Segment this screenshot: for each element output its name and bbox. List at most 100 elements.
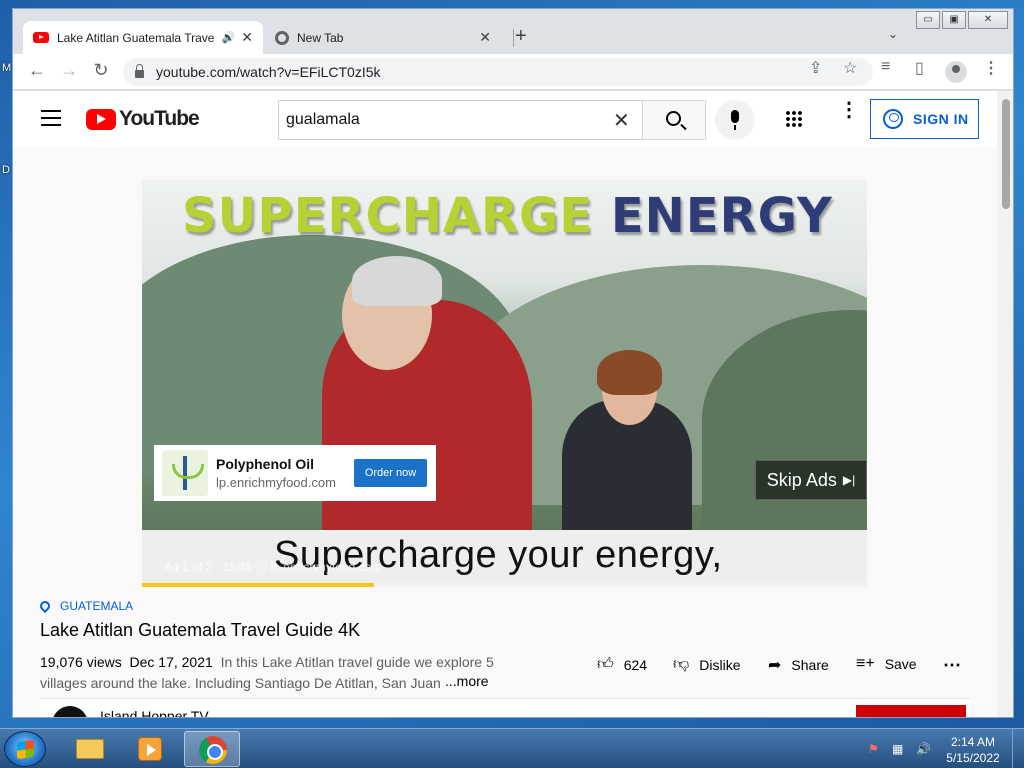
desktop-icon-label[interactable]: M bbox=[2, 62, 11, 74]
ad-progress-fill bbox=[142, 583, 374, 587]
ad-sponsor-name: Polyphenol Oil bbox=[216, 456, 315, 472]
show-desktop-button[interactable] bbox=[1012, 729, 1024, 768]
dislike-button[interactable]: 👎︎ Dislike bbox=[673, 655, 740, 674]
skip-ads-label: Skip Ads bbox=[766, 469, 837, 490]
save-button[interactable]: ≡+ Save bbox=[856, 655, 917, 673]
reload-icon[interactable]: ↻ bbox=[89, 60, 113, 81]
scrollbar-thumb[interactable] bbox=[1002, 99, 1010, 209]
dislike-label: Dislike bbox=[699, 656, 741, 673]
lock-icon[interactable] bbox=[135, 63, 144, 78]
ad-sponsor-url: lp.enrichmyfood.com bbox=[216, 475, 336, 490]
taskbar-media-player[interactable] bbox=[120, 731, 176, 767]
browser-window: Lake Atitlan Guatemala Trave 🔊 ✕ New Tab… bbox=[12, 8, 1014, 718]
media-control-icon[interactable]: ≡ bbox=[881, 58, 890, 76]
settings-more-icon[interactable]: ⋮ bbox=[839, 100, 859, 120]
bookmark-star-icon[interactable]: ☆ bbox=[843, 58, 857, 78]
search-button[interactable] bbox=[642, 100, 706, 140]
channel-name[interactable]: Island Hopper TV bbox=[100, 708, 209, 717]
youtube-play-icon bbox=[86, 108, 116, 130]
microphone-icon bbox=[731, 110, 739, 130]
polyphenol-logo-icon bbox=[162, 450, 208, 496]
close-window-button[interactable]: ✕ bbox=[968, 11, 1008, 29]
order-now-button[interactable]: Order now bbox=[354, 459, 427, 487]
address-bar[interactable]: youtube.com/watch?v=EFiLCT0zI5k bbox=[123, 58, 873, 86]
ad-headline-part2: ENERGY bbox=[610, 188, 833, 244]
account-icon bbox=[883, 109, 903, 129]
more-actions-icon[interactable]: ⋯ bbox=[943, 655, 961, 676]
tab-youtube[interactable]: Lake Atitlan Guatemala Trave 🔊 ✕ bbox=[23, 21, 263, 54]
apps-grid-icon[interactable] bbox=[785, 110, 803, 128]
volume-icon[interactable]: 🔊 bbox=[916, 742, 931, 756]
taskbar: ⚑ ▦ 🔊 2:14 AM 5/15/2022 bbox=[0, 728, 1024, 768]
ad-scene-woman-hair bbox=[597, 350, 662, 395]
new-tab-button[interactable]: + bbox=[515, 25, 527, 48]
ad-overlay-text: Polyphenol Oil lp.enrichmyfood.com bbox=[216, 456, 354, 490]
video-title: Lake Atitlan Guatemala Travel Guide 4K bbox=[40, 620, 361, 640]
profile-avatar-icon[interactable] bbox=[945, 61, 967, 83]
start-button[interactable] bbox=[4, 731, 46, 767]
view-count: 19,076 views bbox=[40, 654, 122, 670]
youtube-logo-text: YouTube bbox=[119, 107, 200, 130]
tab-title: New Tab bbox=[297, 30, 344, 45]
video-player[interactable]: SUPERCHARGE ENERGY Supercharge your ener… bbox=[142, 180, 867, 587]
share-button[interactable]: ➦ Share bbox=[768, 655, 829, 675]
clear-search-icon[interactable]: ✕ bbox=[613, 108, 630, 133]
tab-search-chevron-icon[interactable]: ⌄ bbox=[888, 27, 898, 41]
clock-date: 5/15/2022 bbox=[946, 751, 1000, 765]
sign-in-button[interactable]: SIGN IN bbox=[870, 99, 979, 139]
like-count: 624 bbox=[623, 656, 648, 673]
video-description[interactable]: 19,076 views Dec 17, 2021 In this Lake A… bbox=[40, 652, 510, 694]
ad-headline: SUPERCHARGE ENERGY bbox=[182, 188, 833, 244]
search-input[interactable]: gualamala bbox=[278, 100, 643, 140]
maximize-button[interactable]: ▣ bbox=[942, 11, 966, 29]
voice-search-button[interactable] bbox=[715, 100, 755, 140]
forward-arrow-icon[interactable]: → bbox=[57, 60, 81, 81]
youtube-logo[interactable]: YouTube bbox=[86, 107, 200, 131]
action-center-flag-icon[interactable]: ⚑ bbox=[868, 742, 882, 756]
subscribe-button[interactable]: SUBSCRIBE bbox=[856, 705, 966, 717]
desktop-icon-label[interactable]: D bbox=[2, 164, 10, 176]
location-pin-icon bbox=[37, 598, 53, 614]
clock-time: 2:14 AM bbox=[950, 735, 996, 749]
ad-info-text[interactable]: Ad 1 of 2 · 11:46 ⓘ lp.enrichmyfood.com bbox=[164, 558, 381, 575]
chrome-favicon-icon bbox=[275, 30, 289, 45]
tab-title: Lake Atitlan Guatemala Trave bbox=[57, 30, 215, 45]
chrome-icon bbox=[199, 736, 227, 764]
chrome-menu-icon[interactable]: ⋮ bbox=[983, 58, 999, 78]
system-clock[interactable]: 2:14 AM 5/15/2022 bbox=[940, 734, 1006, 766]
url-text[interactable]: youtube.com/watch?v=EFiLCT0zI5k bbox=[156, 64, 381, 80]
skip-ads-button[interactable]: Skip Ads ▶| bbox=[755, 460, 867, 500]
playlist-add-icon: ≡+ bbox=[856, 655, 875, 672]
back-arrow-icon[interactable]: ← bbox=[25, 60, 49, 81]
close-tab-icon[interactable]: ✕ bbox=[479, 29, 491, 46]
folder-icon bbox=[76, 739, 104, 759]
browser-toolbar: ← → ↻ youtube.com/watch?v=EFiLCT0zI5k ⇪ … bbox=[13, 54, 1013, 90]
minimize-button[interactable]: ▭ bbox=[916, 11, 940, 29]
channel-avatar[interactable] bbox=[52, 706, 88, 717]
close-tab-icon[interactable]: ✕ bbox=[241, 29, 253, 46]
share-icon[interactable]: ⇪ bbox=[809, 58, 822, 78]
youtube-favicon-icon bbox=[33, 32, 49, 43]
thumbs-up-icon: 👍︎ bbox=[597, 656, 614, 673]
skip-next-icon: ▶| bbox=[842, 473, 856, 487]
hamburger-menu-icon[interactable] bbox=[41, 110, 61, 126]
network-icon[interactable]: ▦ bbox=[892, 742, 906, 756]
ad-scene-man-hair bbox=[352, 256, 442, 306]
ad-progress-bar[interactable] bbox=[142, 583, 867, 587]
hashtag-label: GUATEMALA bbox=[60, 599, 134, 613]
like-button[interactable]: 👍︎ 624 bbox=[597, 655, 647, 674]
page-scrollbar[interactable] bbox=[997, 91, 1013, 717]
taskbar-explorer[interactable] bbox=[60, 731, 116, 767]
save-label: Save bbox=[884, 656, 917, 672]
show-more-link[interactable]: ...more bbox=[443, 673, 489, 689]
taskbar-chrome[interactable] bbox=[184, 731, 240, 767]
search-icon bbox=[666, 111, 681, 126]
location-hashtag[interactable]: GUATEMALA bbox=[37, 598, 134, 614]
speaker-icon[interactable]: 🔊 bbox=[222, 31, 236, 44]
share-label: Share bbox=[791, 657, 829, 673]
side-panel-icon[interactable]: ▯ bbox=[915, 58, 924, 78]
tab-new-tab[interactable]: New Tab ✕ bbox=[263, 21, 503, 54]
youtube-page: YouTube gualamala ✕ ⋮ SIGN IN SUPERCHARG… bbox=[13, 91, 997, 717]
youtube-header: YouTube gualamala ✕ ⋮ SIGN IN bbox=[13, 91, 997, 147]
ad-overlay-card[interactable]: Polyphenol Oil lp.enrichmyfood.com Order… bbox=[154, 445, 436, 501]
